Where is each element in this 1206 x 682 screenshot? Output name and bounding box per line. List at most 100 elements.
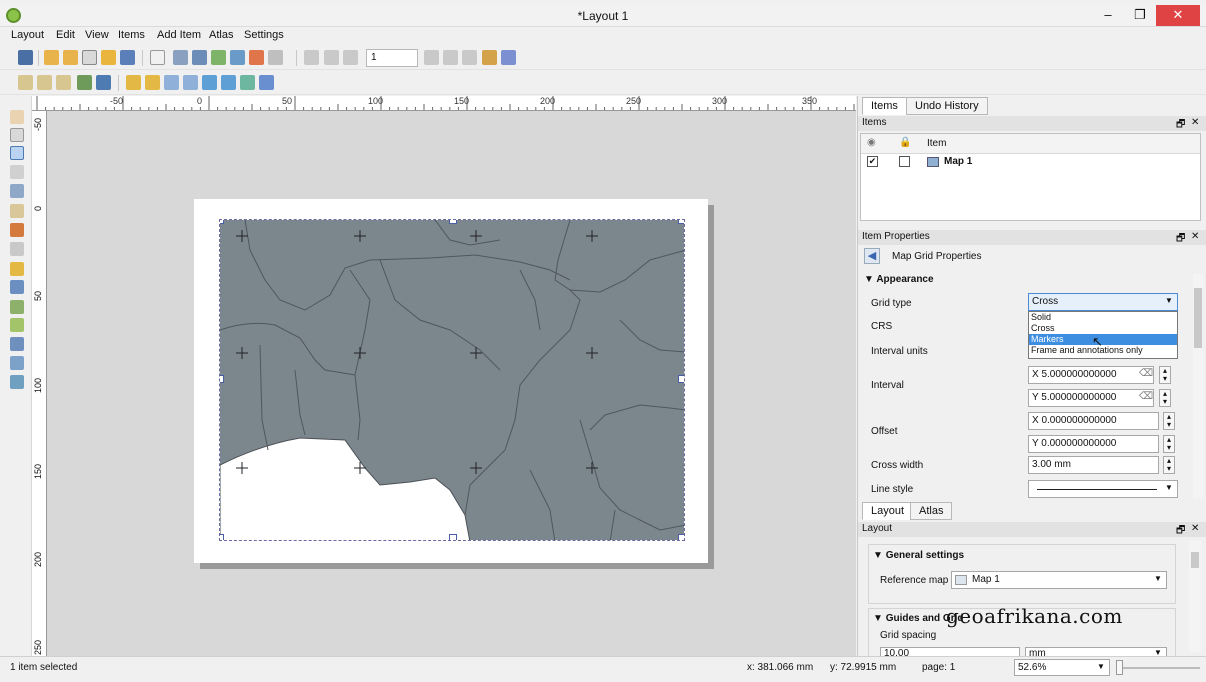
next-feature-icon[interactable]	[424, 50, 439, 65]
add-map-icon[interactable]	[10, 204, 24, 218]
add-scalebar-icon[interactable]	[10, 300, 24, 314]
export-atlas-icon[interactable]	[482, 50, 497, 65]
open-folder-icon[interactable]	[101, 50, 116, 65]
add-attribute-table-icon[interactable]	[10, 375, 24, 389]
scrollbar-thumb[interactable]	[1191, 552, 1199, 568]
save-template-icon[interactable]	[120, 50, 135, 65]
group-items-icon[interactable]	[126, 75, 141, 90]
tab-items[interactable]: Items	[862, 97, 907, 115]
print-atlas-icon[interactable]	[462, 50, 477, 65]
menu-settings[interactable]: Settings	[244, 29, 284, 41]
layout-canvas[interactable]	[47, 111, 856, 656]
add-html-icon[interactable]	[10, 356, 24, 370]
interval-y-stepper[interactable]: ▴ ▾	[1159, 389, 1171, 407]
scrollbar-thumb[interactable]	[1194, 288, 1202, 348]
zoom-slider[interactable]	[1116, 667, 1200, 669]
pan-tool-icon[interactable]	[10, 110, 24, 124]
map-item[interactable]	[219, 219, 685, 541]
atlas-preview-icon[interactable]	[304, 50, 319, 65]
undo-icon[interactable]	[249, 50, 264, 65]
select-tool-icon[interactable]	[10, 146, 24, 160]
menu-atlas[interactable]: Atlas	[209, 29, 233, 41]
tab-layout[interactable]: Layout	[862, 502, 914, 520]
print-icon[interactable]	[192, 50, 207, 65]
refresh-view-icon[interactable]	[173, 50, 188, 65]
move-content-icon[interactable]	[10, 165, 24, 179]
menu-add-item[interactable]: Add Item	[157, 29, 201, 41]
dropdown-option-frame-annotations[interactable]: Frame and annotations only	[1029, 345, 1177, 356]
clear-icon[interactable]: ⌫	[1139, 391, 1153, 402]
line-style-select[interactable]: ▼	[1028, 480, 1178, 498]
export-svg-icon[interactable]	[230, 50, 245, 65]
add-label-icon[interactable]	[10, 262, 24, 276]
previous-feature-icon[interactable]	[343, 50, 358, 65]
first-feature-icon[interactable]	[324, 50, 339, 65]
menu-items[interactable]: Items	[118, 29, 145, 41]
unlock-items-icon[interactable]	[183, 75, 198, 90]
ungroup-items-icon[interactable]	[145, 75, 160, 90]
add-polyline-icon[interactable]	[10, 337, 24, 351]
general-settings-toggle[interactable]: ▼ General settings	[873, 550, 964, 561]
align-items-icon[interactable]	[221, 75, 236, 90]
resize-handle[interactable]	[220, 220, 224, 224]
page-setup-icon[interactable]	[150, 50, 165, 65]
resize-handle[interactable]	[449, 534, 457, 540]
table-row[interactable]: ✔ Map 1	[861, 154, 1200, 171]
dropdown-option-cross[interactable]: Cross	[1029, 323, 1177, 334]
add-legend-icon[interactable]	[10, 280, 24, 294]
offset-x-field[interactable]: X 0.000000000000	[1028, 412, 1159, 430]
zoom-tool-icon[interactable]	[10, 128, 24, 142]
float-icon[interactable]: 🗗	[1176, 523, 1185, 540]
cross-width-field[interactable]: 3.00 mm	[1028, 456, 1159, 474]
distribute-items-icon[interactable]	[240, 75, 255, 90]
grid-type-select[interactable]: Cross ▼	[1028, 293, 1178, 311]
offset-y-stepper[interactable]: ▴ ▾	[1163, 435, 1175, 453]
tab-atlas[interactable]: Atlas	[910, 502, 953, 520]
close-icon[interactable]: ✕	[1191, 117, 1199, 128]
cross-width-stepper[interactable]: ▴ ▾	[1163, 456, 1175, 474]
atlas-page-spinbox[interactable]: 1	[366, 49, 418, 67]
tab-undo-history[interactable]: Undo History	[906, 97, 988, 115]
resize-handle[interactable]	[678, 220, 684, 224]
zoom-select[interactable]: 52.6% ▼	[1014, 659, 1110, 676]
item-properties-scrollbar[interactable]	[1193, 274, 1203, 499]
dropdown-option-solid[interactable]: Solid	[1029, 312, 1177, 323]
item-lock-checkbox[interactable]	[899, 156, 910, 167]
zoom-slider-handle[interactable]	[1116, 660, 1123, 675]
interval-x-field[interactable]: X 5.000000000000 ⌫	[1028, 366, 1154, 384]
raise-items-icon[interactable]	[202, 75, 217, 90]
float-icon[interactable]: 🗗	[1176, 231, 1185, 248]
appearance-section[interactable]: ▼ Appearance	[864, 274, 934, 285]
atlas-settings-icon[interactable]	[501, 50, 516, 65]
add-3d-map-icon[interactable]	[10, 223, 24, 237]
back-arrow-icon[interactable]: ◀	[864, 248, 880, 264]
resize-handle[interactable]	[220, 375, 224, 383]
add-picture-icon[interactable]	[10, 242, 24, 256]
float-icon[interactable]: 🗗	[1176, 117, 1185, 134]
minimize-button[interactable]: –	[1090, 5, 1126, 26]
maximize-button[interactable]: ❐	[1122, 5, 1158, 26]
layout-page[interactable]	[194, 199, 708, 563]
close-icon[interactable]: ✕	[1191, 231, 1199, 242]
resize-handle[interactable]	[449, 220, 457, 224]
layout-manager-icon[interactable]	[82, 50, 97, 65]
redo-icon[interactable]	[268, 50, 283, 65]
zoom-out-icon[interactable]	[37, 75, 52, 90]
lock-items-icon[interactable]	[164, 75, 179, 90]
resize-handle[interactable]	[678, 534, 684, 540]
add-shape-icon[interactable]	[10, 318, 24, 332]
dropdown-option-markers[interactable]: Markers	[1029, 334, 1177, 345]
menu-edit[interactable]: Edit	[56, 29, 75, 41]
last-feature-icon[interactable]	[443, 50, 458, 65]
resize-handle[interactable]	[678, 375, 684, 383]
reference-map-select[interactable]: Map 1 ▼	[951, 571, 1167, 589]
edit-nodes-icon[interactable]	[10, 184, 24, 198]
resize-handle[interactable]	[220, 534, 224, 540]
menu-view[interactable]: View	[85, 29, 109, 41]
save-icon[interactable]	[18, 50, 33, 65]
close-icon[interactable]: ✕	[1191, 523, 1199, 534]
new-layout-icon[interactable]	[44, 50, 59, 65]
interval-y-field[interactable]: Y 5.000000000000 ⌫	[1028, 389, 1154, 407]
zoom-in-icon[interactable]	[18, 75, 33, 90]
offset-x-stepper[interactable]: ▴ ▾	[1163, 412, 1175, 430]
